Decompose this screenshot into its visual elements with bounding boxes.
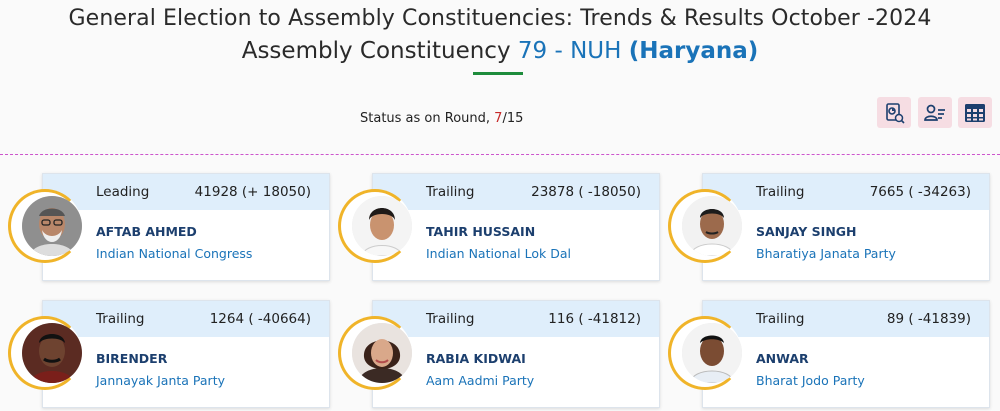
candidate-party: Bharatiya Janata Party bbox=[756, 246, 896, 261]
candidate-status: Leading bbox=[96, 184, 150, 200]
candidate-status: Trailing bbox=[96, 311, 145, 327]
candidate-votes: 23878 ( -18050) bbox=[531, 184, 641, 200]
candidate-name: RABIA KIDWAI bbox=[426, 351, 526, 366]
candidate-view-button[interactable] bbox=[918, 97, 952, 128]
page-title: General Election to Assembly Constituenc… bbox=[68, 6, 932, 31]
state-name: (Haryana) bbox=[628, 38, 759, 64]
candidate-list-icon bbox=[924, 104, 945, 121]
candidate-votes: 1264 ( -40664) bbox=[209, 311, 311, 327]
candidate-name: BIRENDER bbox=[96, 351, 168, 366]
candidate-party: Indian National Congress bbox=[96, 246, 253, 261]
candidate-status: Trailing bbox=[426, 311, 475, 327]
table-grid-icon bbox=[965, 103, 985, 122]
candidate-card[interactable]: Trailing 7665 ( -34263) SANJAY SINGH Bha… bbox=[702, 173, 990, 281]
candidate-photo bbox=[352, 196, 412, 256]
candidate-name: TAHIR HUSSAIN bbox=[426, 224, 536, 239]
candidate-photo bbox=[22, 323, 82, 383]
candidate-photo bbox=[682, 196, 742, 256]
candidate-votes: 41928 (+ 18050) bbox=[194, 184, 311, 200]
candidate-card[interactable]: Leading 41928 (+ 18050) AFTAB AHMED Indi… bbox=[42, 173, 330, 281]
candidate-party: Aam Aadmi Party bbox=[426, 373, 535, 388]
candidate-status: Trailing bbox=[426, 184, 475, 200]
chart-view-button[interactable] bbox=[877, 97, 911, 128]
candidate-card[interactable]: Trailing 1264 ( -40664) BIRENDER Jannaya… bbox=[42, 300, 330, 408]
candidate-name: ANWAR bbox=[756, 351, 809, 366]
candidate-card[interactable]: Trailing 116 ( -41812) RABIA KIDWAI Aam … bbox=[372, 300, 660, 408]
candidate-name: AFTAB AHMED bbox=[96, 224, 197, 239]
candidate-votes: 7665 ( -34263) bbox=[869, 184, 971, 200]
candidate-votes: 116 ( -41812) bbox=[548, 311, 641, 327]
candidate-votes: 89 ( -41839) bbox=[886, 311, 971, 327]
candidate-status: Trailing bbox=[756, 311, 805, 327]
status-label: Status as on Round, bbox=[360, 111, 491, 126]
candidate-card[interactable]: Trailing 23878 ( -18050) TAHIR HUSSAIN I… bbox=[372, 173, 660, 281]
constituency-prefix: Assembly Constituency bbox=[241, 38, 511, 64]
candidate-party: Jannayak Janta Party bbox=[96, 373, 225, 388]
candidate-name: SANJAY SINGH bbox=[756, 224, 857, 239]
candidate-status: Trailing bbox=[756, 184, 805, 200]
table-view-button[interactable] bbox=[958, 97, 992, 128]
results-page: General Election to Assembly Constituenc… bbox=[0, 0, 1000, 411]
chart-list-icon bbox=[886, 102, 905, 124]
constituency-title: Assembly Constituency 79 - NUH (Haryana) bbox=[0, 38, 1000, 64]
section-divider bbox=[0, 154, 1000, 155]
title-underline bbox=[473, 72, 523, 75]
candidate-photo bbox=[682, 323, 742, 383]
candidate-card[interactable]: Trailing 89 ( -41839) ANWAR Bharat Jodo … bbox=[702, 300, 990, 408]
total-rounds: /15 bbox=[502, 111, 524, 126]
candidate-photo bbox=[352, 323, 412, 383]
candidate-party: Indian National Lok Dal bbox=[426, 246, 571, 261]
round-status: Status as on Round, 7/15 bbox=[360, 111, 523, 126]
constituency-number: 79 - NUH bbox=[517, 38, 622, 64]
candidate-party: Bharat Jodo Party bbox=[756, 373, 865, 388]
candidate-photo bbox=[22, 196, 82, 256]
